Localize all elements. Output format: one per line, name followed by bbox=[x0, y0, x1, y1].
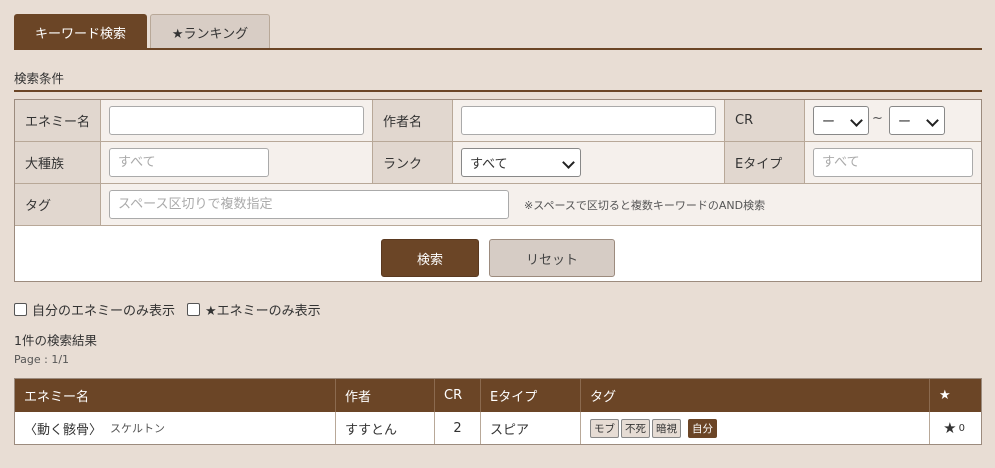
tag-badge[interactable]: 不死 bbox=[621, 418, 650, 438]
col-header-star[interactable]: ★ bbox=[930, 379, 981, 412]
search-button[interactable]: 検索 bbox=[381, 239, 479, 277]
author-input[interactable] bbox=[461, 106, 716, 135]
cr-range-separator: ~ bbox=[872, 111, 883, 126]
enemy-name-label: エネミー名 bbox=[15, 100, 101, 141]
major-type-label: 大種族 bbox=[15, 142, 101, 183]
tab-bar: キーワード検索 ★ランキング bbox=[14, 14, 270, 50]
condition-row-1: エネミー名 作者名 CR ー ~ ー bbox=[15, 100, 981, 142]
own-only-checkbox[interactable] bbox=[14, 303, 27, 316]
star-icon[interactable]: ★ bbox=[943, 419, 956, 437]
reset-button[interactable]: リセット bbox=[489, 239, 615, 277]
section-divider bbox=[14, 90, 982, 92]
star-only-filter[interactable]: ★エネミーのみ表示 bbox=[187, 300, 321, 319]
tag-badge[interactable]: 暗視 bbox=[652, 418, 681, 438]
chevron-down-icon bbox=[926, 114, 939, 127]
result-count: 1件の検索結果 bbox=[14, 333, 97, 348]
rank-label: ランク bbox=[372, 142, 453, 183]
cr-min-select[interactable]: ー bbox=[813, 106, 869, 135]
etype-label: Eタイプ bbox=[724, 142, 805, 183]
cr-max-select[interactable]: ー bbox=[889, 106, 945, 135]
col-header-cr[interactable]: CR bbox=[435, 379, 481, 412]
cr-label: CR bbox=[724, 100, 805, 141]
col-header-author[interactable]: 作者 bbox=[336, 379, 435, 412]
star-only-checkbox[interactable] bbox=[187, 303, 200, 316]
table-row[interactable]: 〈動く骸骨〉 スケルトン すすとん 2 スピア モブ 不死 暗視 自分 ★ 0 bbox=[15, 412, 981, 444]
tab-keyword-search[interactable]: キーワード検索 bbox=[14, 14, 147, 50]
author-cell: すすとん bbox=[336, 412, 435, 444]
cr-cell: 2 bbox=[435, 412, 481, 444]
section-title: 検索条件 bbox=[14, 71, 65, 86]
page-indicator: Page : 1/1 bbox=[14, 353, 70, 366]
col-header-tags: タグ bbox=[581, 379, 930, 412]
tag-label: タグ bbox=[15, 184, 101, 225]
rank-select[interactable]: すべて bbox=[461, 148, 581, 177]
col-header-enemy-name[interactable]: エネミー名 bbox=[15, 379, 336, 412]
author-label: 作者名 bbox=[372, 100, 453, 141]
enemy-subname: スケルトン bbox=[110, 422, 166, 435]
enemy-name[interactable]: 〈動く骸骨〉 bbox=[24, 419, 102, 438]
tab-divider bbox=[14, 48, 982, 50]
results-header-row: エネミー名 作者 CR Eタイプ タグ ★ bbox=[15, 379, 981, 412]
enemy-name-input[interactable] bbox=[109, 106, 364, 135]
col-header-etype[interactable]: Eタイプ bbox=[481, 379, 581, 412]
major-type-input[interactable] bbox=[109, 148, 269, 177]
etype-cell: スピア bbox=[481, 412, 581, 444]
search-conditions-panel: エネミー名 作者名 CR ー ~ ー 大種族 ランク すべて Eタイプ タグ ※… bbox=[14, 99, 982, 282]
enemy-name-cell[interactable]: 〈動く骸骨〉 スケルトン bbox=[15, 412, 336, 444]
etype-input[interactable] bbox=[813, 148, 973, 177]
tag-badge[interactable]: モブ bbox=[590, 418, 619, 438]
own-only-filter[interactable]: 自分のエネミーのみ表示 bbox=[14, 300, 175, 319]
star-count: 0 bbox=[958, 422, 965, 434]
own-badge: 自分 bbox=[688, 418, 717, 438]
tag-input[interactable] bbox=[109, 190, 509, 219]
condition-row-2: 大種族 ランク すべて Eタイプ bbox=[15, 142, 981, 184]
tab-ranking[interactable]: ★ランキング bbox=[150, 14, 270, 50]
chevron-down-icon bbox=[562, 156, 575, 169]
tag-search-note: ※スペースで区切ると複数キーワードのAND検索 bbox=[524, 199, 766, 212]
star-cell[interactable]: ★ 0 bbox=[930, 412, 981, 444]
tags-cell: モブ 不死 暗視 自分 bbox=[581, 412, 930, 444]
results-table: エネミー名 作者 CR Eタイプ タグ ★ 〈動く骸骨〉 スケルトン すすとん … bbox=[14, 378, 982, 445]
chevron-down-icon bbox=[850, 114, 863, 127]
condition-row-3: タグ ※スペースで区切ると複数キーワードのAND検索 bbox=[15, 184, 981, 226]
